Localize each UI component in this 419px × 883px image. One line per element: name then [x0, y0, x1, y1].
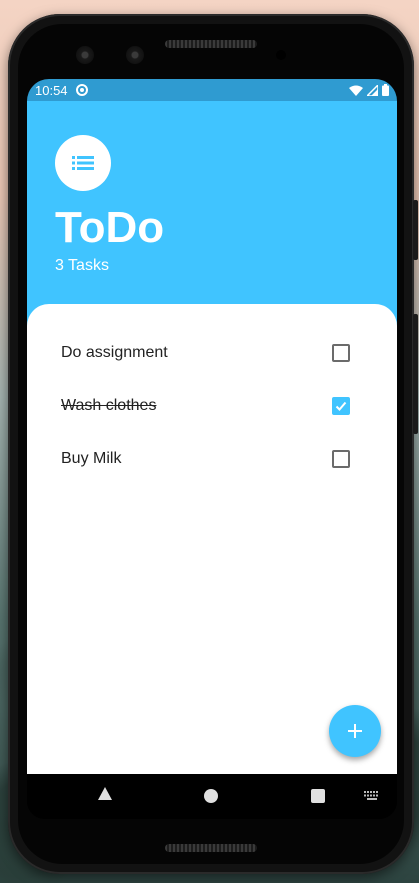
- list-item[interactable]: Buy Milk: [27, 439, 397, 479]
- sync-icon: [75, 84, 88, 96]
- task-checkbox[interactable]: [332, 397, 350, 415]
- page-title: ToDo: [55, 203, 165, 252]
- status-icons: [349, 84, 389, 96]
- app-header: ToDo 3 Tasks: [27, 101, 397, 331]
- task-list: Do assignment Wash clothes Buy Milk: [27, 304, 397, 774]
- keyboard-icon[interactable]: [364, 791, 380, 801]
- recents-icon[interactable]: [311, 789, 325, 803]
- check-icon: [335, 401, 347, 411]
- home-icon[interactable]: [204, 789, 218, 803]
- camera-icon: [126, 46, 144, 64]
- task-count: 3 Tasks: [55, 257, 109, 274]
- header-avatar: [55, 135, 111, 191]
- task-checkbox[interactable]: [332, 344, 350, 362]
- task-label: Buy Milk: [61, 450, 122, 467]
- back-icon[interactable]: [97, 786, 113, 802]
- camera-icon: [76, 46, 94, 64]
- bottom-speaker: [165, 844, 257, 852]
- status-bar: 10:54: [27, 79, 397, 101]
- system-nav-bar: [27, 774, 397, 819]
- plus-icon: [348, 724, 362, 738]
- wifi-icon: [349, 85, 363, 96]
- power-button: [413, 314, 418, 434]
- task-checkbox[interactable]: [332, 450, 350, 468]
- task-label: Wash clothes: [61, 397, 157, 414]
- volume-button: [413, 200, 418, 260]
- signal-icon: [367, 84, 378, 96]
- list-item[interactable]: Do assignment: [27, 333, 397, 373]
- list-item[interactable]: Wash clothes: [27, 386, 397, 426]
- screen: 10:54 ToDo 3 Tasks Do assignment Wash cl…: [27, 79, 397, 819]
- add-task-button[interactable]: [329, 705, 381, 757]
- battery-icon: [382, 84, 389, 96]
- sensor-dot: [276, 50, 286, 60]
- task-label: Do assignment: [61, 344, 168, 361]
- earpiece-speaker: [165, 40, 257, 48]
- status-time: 10:54: [35, 82, 68, 98]
- list-icon: [72, 156, 94, 170]
